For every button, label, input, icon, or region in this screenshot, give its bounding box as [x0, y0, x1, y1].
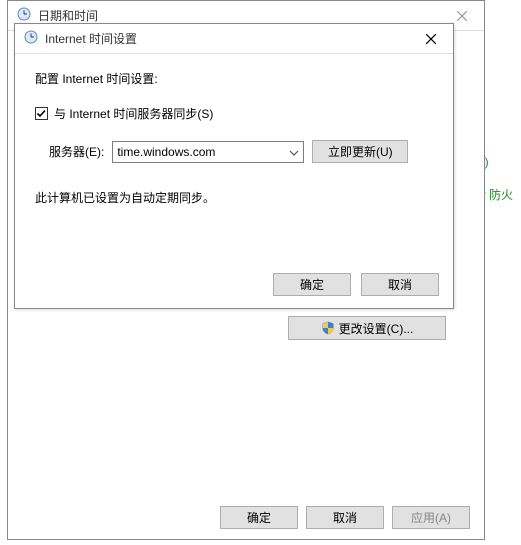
sync-checkbox-label: 与 Internet 时间服务器同步(S) — [54, 105, 213, 122]
chevron-down-icon[interactable] — [289, 145, 299, 159]
shield-icon — [321, 321, 335, 335]
ok-button[interactable]: 确定 — [220, 506, 298, 529]
dialog-body: 配置 Internet 时间设置: 与 Internet 时间服务器同步(S) … — [15, 54, 453, 216]
dialog-title: Internet 时间设置 — [45, 30, 408, 47]
dialog-footer: 确定 取消 — [273, 273, 439, 296]
configure-label: 配置 Internet 时间设置: — [35, 70, 433, 87]
sync-status-text: 此计算机已设置为自动定期同步。 — [35, 189, 433, 206]
clock-icon — [23, 29, 39, 48]
dialog-titlebar: Internet 时间设置 — [15, 24, 453, 54]
update-now-button[interactable]: 立即更新(U) — [312, 140, 408, 163]
server-row: 服务器(E): time.windows.com 立即更新(U) — [35, 140, 433, 163]
sync-checkbox[interactable] — [35, 107, 48, 120]
server-value: time.windows.com — [117, 145, 289, 159]
change-settings-label: 更改设置(C)... — [339, 320, 414, 337]
apply-button[interactable]: 应用(A) — [392, 506, 470, 529]
date-time-footer: 确定 取消 应用(A) — [220, 506, 470, 529]
change-settings-button[interactable]: 更改设置(C)... — [288, 316, 446, 340]
sync-checkbox-row: 与 Internet 时间服务器同步(S) — [35, 105, 433, 122]
date-time-title: 日期和时间 — [38, 7, 439, 24]
server-combobox[interactable]: time.windows.com — [112, 141, 304, 163]
close-icon[interactable] — [408, 24, 453, 54]
dialog-ok-button[interactable]: 确定 — [273, 273, 351, 296]
internet-time-settings-dialog: Internet 时间设置 配置 Internet 时间设置: 与 Intern… — [14, 23, 454, 309]
cancel-button[interactable]: 取消 — [306, 506, 384, 529]
dialog-cancel-button[interactable]: 取消 — [361, 273, 439, 296]
server-label: 服务器(E): — [49, 143, 104, 160]
